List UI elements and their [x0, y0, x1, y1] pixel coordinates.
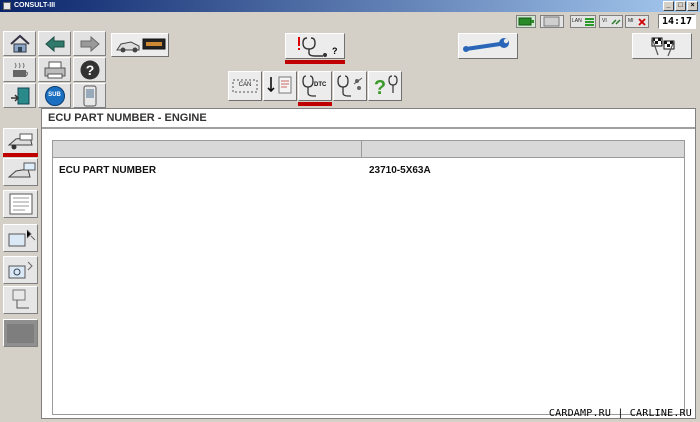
maximize-button[interactable]: □: [675, 1, 686, 11]
diagnosis-active-bar: [285, 60, 345, 64]
active-test-icon: [8, 229, 35, 247]
blank-slot-icon: [7, 323, 34, 343]
back-button[interactable]: [38, 31, 71, 56]
table-header: [53, 141, 684, 158]
svg-text:?: ?: [85, 62, 94, 78]
phone-icon: [83, 85, 96, 106]
wrench-icon: [463, 38, 509, 52]
can-label: CAN: [238, 82, 252, 88]
svg-text:?: ?: [332, 46, 338, 56]
sub-button[interactable]: SUB: [38, 83, 71, 108]
lan-indicator: LAN: [570, 15, 596, 28]
car-display-icon: [116, 38, 166, 53]
ecu-info-table: ECU PART NUMBER 23710-5X63A: [52, 140, 685, 415]
status-bar: LAN VI MI 14:17: [0, 12, 700, 31]
stethoscope-icon: [337, 75, 363, 97]
sidebar-item-dtc[interactable]: [3, 158, 38, 186]
consult-window: CONSULT-III _ □ × LAN VI MI 14:17 ? SUB …: [0, 0, 700, 422]
can-button[interactable]: CAN: [228, 71, 262, 101]
display-icon: [540, 15, 564, 28]
dtc-active-bar: [298, 102, 332, 106]
main-panel: ECU PART NUMBER - ENGINE ECU PART NUMBER…: [41, 108, 696, 419]
help-button[interactable]: ?: [73, 57, 106, 82]
exit-button[interactable]: [3, 83, 36, 108]
vi-indicator: VI: [599, 15, 623, 28]
sub-label: SUB: [48, 92, 61, 98]
vehicle-info-button[interactable]: [111, 33, 169, 57]
window-title: CONSULT-III: [14, 2, 56, 9]
diagnosis-icon: ?: [298, 37, 338, 57]
question-icon: ?: [374, 75, 398, 99]
sidebar-item-active-test[interactable]: [3, 224, 38, 252]
window-controls: _ □ ×: [663, 1, 698, 11]
sidebar-item-function-test[interactable]: [3, 286, 38, 314]
cup-button[interactable]: [3, 57, 36, 82]
help-icon: ?: [80, 60, 99, 79]
page-title: ECU PART NUMBER - ENGINE: [42, 109, 695, 129]
dtc-button[interactable]: DTC: [298, 71, 332, 101]
dtc-label: DTC: [314, 82, 327, 88]
flag-button[interactable]: [632, 33, 692, 59]
toolbar: ? SUB ? CAN DTC ?: [0, 31, 700, 108]
function-test-icon: [12, 289, 29, 309]
data-list-icon: [9, 193, 32, 215]
side-navigation: [0, 108, 41, 422]
column-separator: [361, 141, 362, 158]
printer-icon: [44, 61, 65, 78]
print-button[interactable]: [38, 57, 71, 82]
forward-icon: [80, 35, 100, 52]
clock: 14:17: [658, 14, 696, 29]
home-icon: [9, 34, 30, 52]
active-test-button[interactable]: [333, 71, 367, 101]
vi-connection-icon: [516, 15, 536, 28]
sidebar-item-disabled[interactable]: [3, 319, 38, 347]
ecu-part-number-value: 23710-5X63A: [369, 165, 431, 176]
sidebar-item-ecu-part[interactable]: [3, 128, 38, 156]
work-support-button[interactable]: [458, 33, 518, 59]
mi-indicator: MI: [625, 15, 649, 28]
forward-button[interactable]: [73, 31, 106, 56]
minimize-button[interactable]: _: [663, 1, 674, 11]
watermark: CARDAMP.RU | CARLINE.RU: [548, 408, 692, 419]
diagnosis-button[interactable]: ?: [285, 33, 345, 59]
title-bar: CONSULT-III _ □ ×: [0, 0, 700, 12]
exit-icon: [10, 87, 29, 104]
vehicle-dtc-icon: [7, 162, 35, 178]
sidebar-item-work-support[interactable]: [3, 256, 38, 284]
home-button[interactable]: [3, 31, 36, 56]
sidebar-item-monitor[interactable]: [3, 190, 38, 218]
help-diag-button[interactable]: ?: [368, 71, 402, 101]
ecu-part-active-bar: [3, 153, 38, 157]
ecu-part-number-label: ECU PART NUMBER: [59, 165, 157, 176]
app-icon: [3, 2, 11, 10]
data-monitor-button[interactable]: [263, 71, 297, 101]
cup-icon: [12, 62, 28, 77]
flag-icon: [651, 37, 675, 57]
close-button[interactable]: ×: [687, 1, 698, 11]
data-monitor-icon: [267, 76, 292, 94]
work-support-icon: [8, 261, 33, 279]
phone-button[interactable]: [73, 83, 106, 108]
back-icon: [44, 35, 64, 52]
svg-text:?: ?: [374, 77, 386, 99]
ecu-part-icon: [7, 133, 33, 150]
